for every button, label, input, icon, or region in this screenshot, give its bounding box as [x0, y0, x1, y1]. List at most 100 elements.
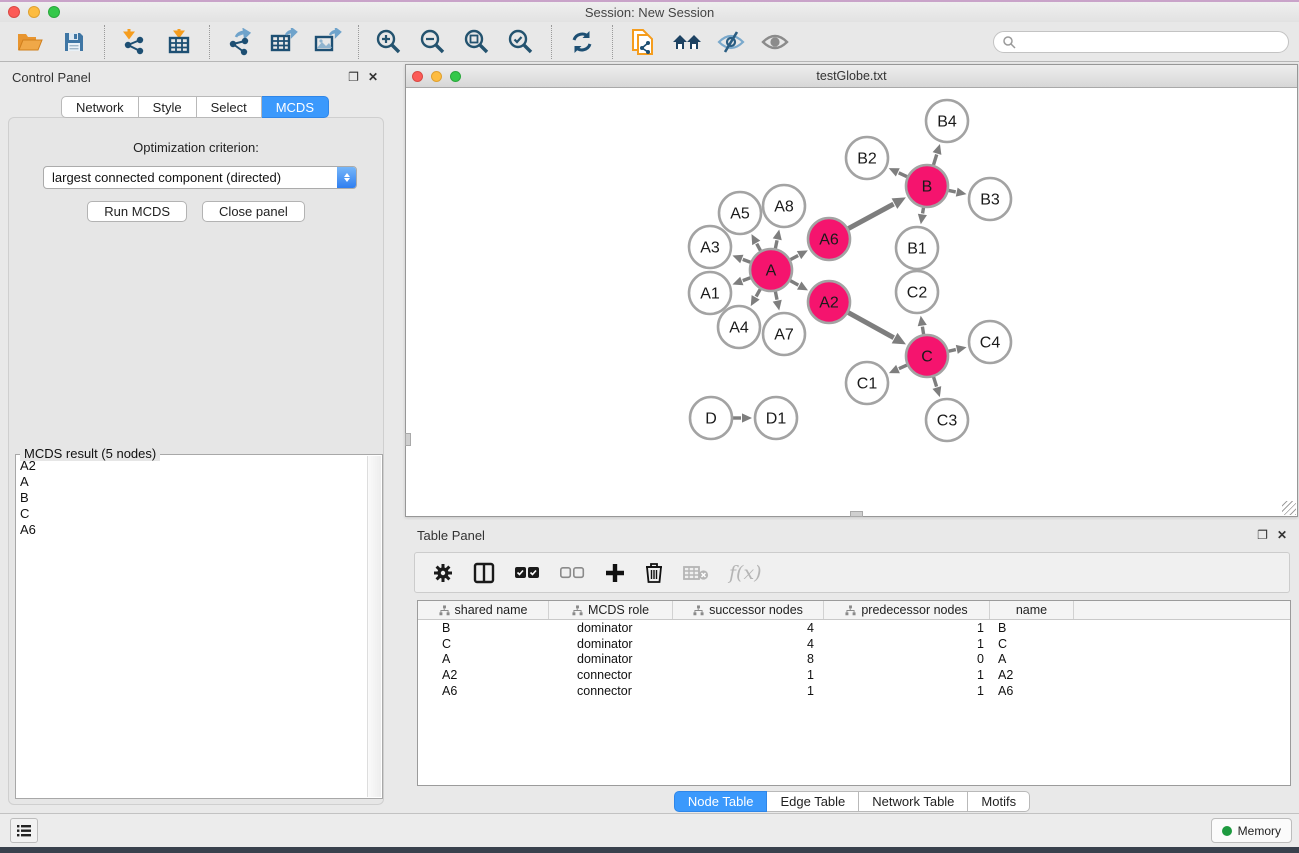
- node-B1[interactable]: B1: [896, 227, 938, 269]
- search-field[interactable]: [993, 31, 1289, 53]
- export-table-button[interactable]: [268, 26, 300, 58]
- network-window-titlebar[interactable]: testGlobe.txt: [406, 65, 1297, 88]
- select-all-columns-button[interactable]: [515, 567, 540, 579]
- tab-motifs[interactable]: Motifs: [968, 791, 1030, 812]
- close-panel-icon[interactable]: ✕: [368, 71, 378, 83]
- edge-B-B1[interactable]: [923, 208, 924, 214]
- edge-B-B4[interactable]: [933, 154, 936, 165]
- network-graph[interactable]: B4 B2 B B3 A8A5 A6 A3 B1 A C2 A1 A2 A4A7 C4 C C1 C3 D D1: [406, 89, 1297, 516]
- edge-C-C2[interactable]: [922, 327, 923, 335]
- result-item[interactable]: C: [16, 506, 367, 522]
- import-table-button[interactable]: [163, 26, 195, 58]
- zoom-out-button[interactable]: [417, 26, 449, 58]
- node-B4[interactable]: B4: [926, 100, 968, 142]
- edge-A2-C[interactable]: [848, 313, 893, 338]
- edge-A-A2[interactable]: [790, 281, 798, 285]
- node-B[interactable]: B: [906, 165, 948, 207]
- duplicate-network-button[interactable]: [627, 26, 659, 58]
- node-D1[interactable]: D1: [755, 397, 797, 439]
- edge-B-B2[interactable]: [899, 173, 907, 177]
- edge-A-A3[interactable]: [743, 259, 751, 262]
- node-B2[interactable]: B2: [846, 137, 888, 179]
- float-panel-icon[interactable]: ❐: [348, 71, 359, 83]
- table-row[interactable]: Adominator80A: [418, 652, 1290, 668]
- edge-C-C1[interactable]: [899, 365, 907, 369]
- network-canvas[interactable]: B4 B2 B B3 A8A5 A6 A3 B1 A C2 A1 A2 A4A7 C4 C C1 C3 D D1: [406, 89, 1297, 516]
- task-history-button[interactable]: [10, 818, 38, 843]
- tab-node-table[interactable]: Node Table: [674, 791, 768, 812]
- tab-style[interactable]: Style: [139, 96, 197, 118]
- refresh-view-button[interactable]: [566, 26, 598, 58]
- result-item[interactable]: A: [16, 474, 367, 490]
- node-table[interactable]: shared nameMCDS rolesuccessor nodesprede…: [417, 600, 1291, 786]
- edge-A-A7[interactable]: [775, 292, 777, 300]
- node-A2[interactable]: A2: [808, 281, 850, 323]
- edge-B-B3[interactable]: [949, 190, 956, 191]
- edge-A-A4[interactable]: [756, 289, 760, 296]
- tab-edge-table[interactable]: Edge Table: [767, 791, 859, 812]
- zoom-in-button[interactable]: [373, 26, 405, 58]
- tab-network[interactable]: Network: [61, 96, 139, 118]
- unselect-all-columns-button[interactable]: [560, 567, 585, 579]
- delete-table-button[interactable]: [683, 565, 709, 581]
- column-header-MCDS-role[interactable]: MCDS role: [549, 601, 673, 619]
- show-graphics-button[interactable]: [759, 26, 791, 58]
- node-A[interactable]: A: [750, 249, 792, 291]
- save-session-button[interactable]: [58, 26, 90, 58]
- column-header-shared-name[interactable]: shared name: [418, 601, 549, 619]
- tab-select[interactable]: Select: [197, 96, 262, 118]
- node-A5[interactable]: A5: [719, 192, 761, 234]
- run-mcds-button[interactable]: Run MCDS: [87, 201, 187, 222]
- result-scrollbar[interactable]: [367, 456, 381, 797]
- column-header-predecessor-nodes[interactable]: predecessor nodes: [824, 601, 990, 619]
- column-header-name[interactable]: name: [990, 601, 1074, 619]
- export-image-button[interactable]: [312, 26, 344, 58]
- float-table-panel-icon[interactable]: ❐: [1257, 529, 1268, 541]
- edge-A-A8[interactable]: [775, 240, 777, 248]
- home-networks-button[interactable]: [671, 26, 703, 58]
- column-header-successor-nodes[interactable]: successor nodes: [673, 601, 824, 619]
- edge-C-C3[interactable]: [934, 377, 937, 387]
- node-A6[interactable]: A6: [808, 218, 850, 260]
- window-resize-grip[interactable]: [1282, 501, 1296, 515]
- tab-mcds[interactable]: MCDS: [262, 96, 329, 118]
- open-session-button[interactable]: [14, 26, 46, 58]
- canvas-bottom-handle[interactable]: [850, 511, 863, 517]
- zoom-fit-button[interactable]: [461, 26, 493, 58]
- table-row[interactable]: A2connector11A2: [418, 667, 1290, 683]
- node-C1[interactable]: C1: [846, 362, 888, 404]
- table-settings-button[interactable]: [433, 563, 453, 583]
- edge-A-A6[interactable]: [790, 255, 798, 259]
- function-builder-button[interactable]: f(x): [729, 562, 762, 584]
- node-A4[interactable]: A4: [718, 306, 760, 348]
- edge-A6-B[interactable]: [848, 204, 893, 228]
- edge-C-C4[interactable]: [948, 350, 955, 352]
- mcds-result-list[interactable]: A2ABCA6: [16, 458, 367, 797]
- node-B3[interactable]: B3: [969, 178, 1011, 220]
- node-C3[interactable]: C3: [926, 399, 968, 441]
- tab-network-table[interactable]: Network Table: [859, 791, 968, 812]
- zoom-selected-button[interactable]: [505, 26, 537, 58]
- table-row[interactable]: A6connector11A6: [418, 683, 1290, 699]
- table-row[interactable]: Bdominator41B: [418, 620, 1290, 636]
- search-input[interactable]: [1016, 35, 1280, 49]
- table-row[interactable]: Cdominator41C: [418, 636, 1290, 652]
- show-column-panel-button[interactable]: [473, 562, 495, 584]
- close-panel-button[interactable]: Close panel: [202, 201, 305, 222]
- node-A8[interactable]: A8: [763, 185, 805, 227]
- canvas-left-handle[interactable]: [405, 433, 411, 446]
- node-C4[interactable]: C4: [969, 321, 1011, 363]
- node-C2[interactable]: C2: [896, 271, 938, 313]
- node-A7[interactable]: A7: [763, 313, 805, 355]
- edge-A-A5[interactable]: [757, 244, 761, 251]
- optimization-criterion-select[interactable]: largest connected component (directed): [43, 166, 357, 189]
- node-D[interactable]: D: [690, 397, 732, 439]
- create-column-button[interactable]: [605, 563, 625, 583]
- delete-column-button[interactable]: [645, 562, 663, 583]
- node-A1[interactable]: A1: [689, 272, 731, 314]
- node-C[interactable]: C: [906, 335, 948, 377]
- node-A3[interactable]: A3: [689, 226, 731, 268]
- close-table-panel-icon[interactable]: ✕: [1277, 529, 1287, 541]
- result-item[interactable]: A2: [16, 458, 367, 474]
- result-item[interactable]: B: [16, 490, 367, 506]
